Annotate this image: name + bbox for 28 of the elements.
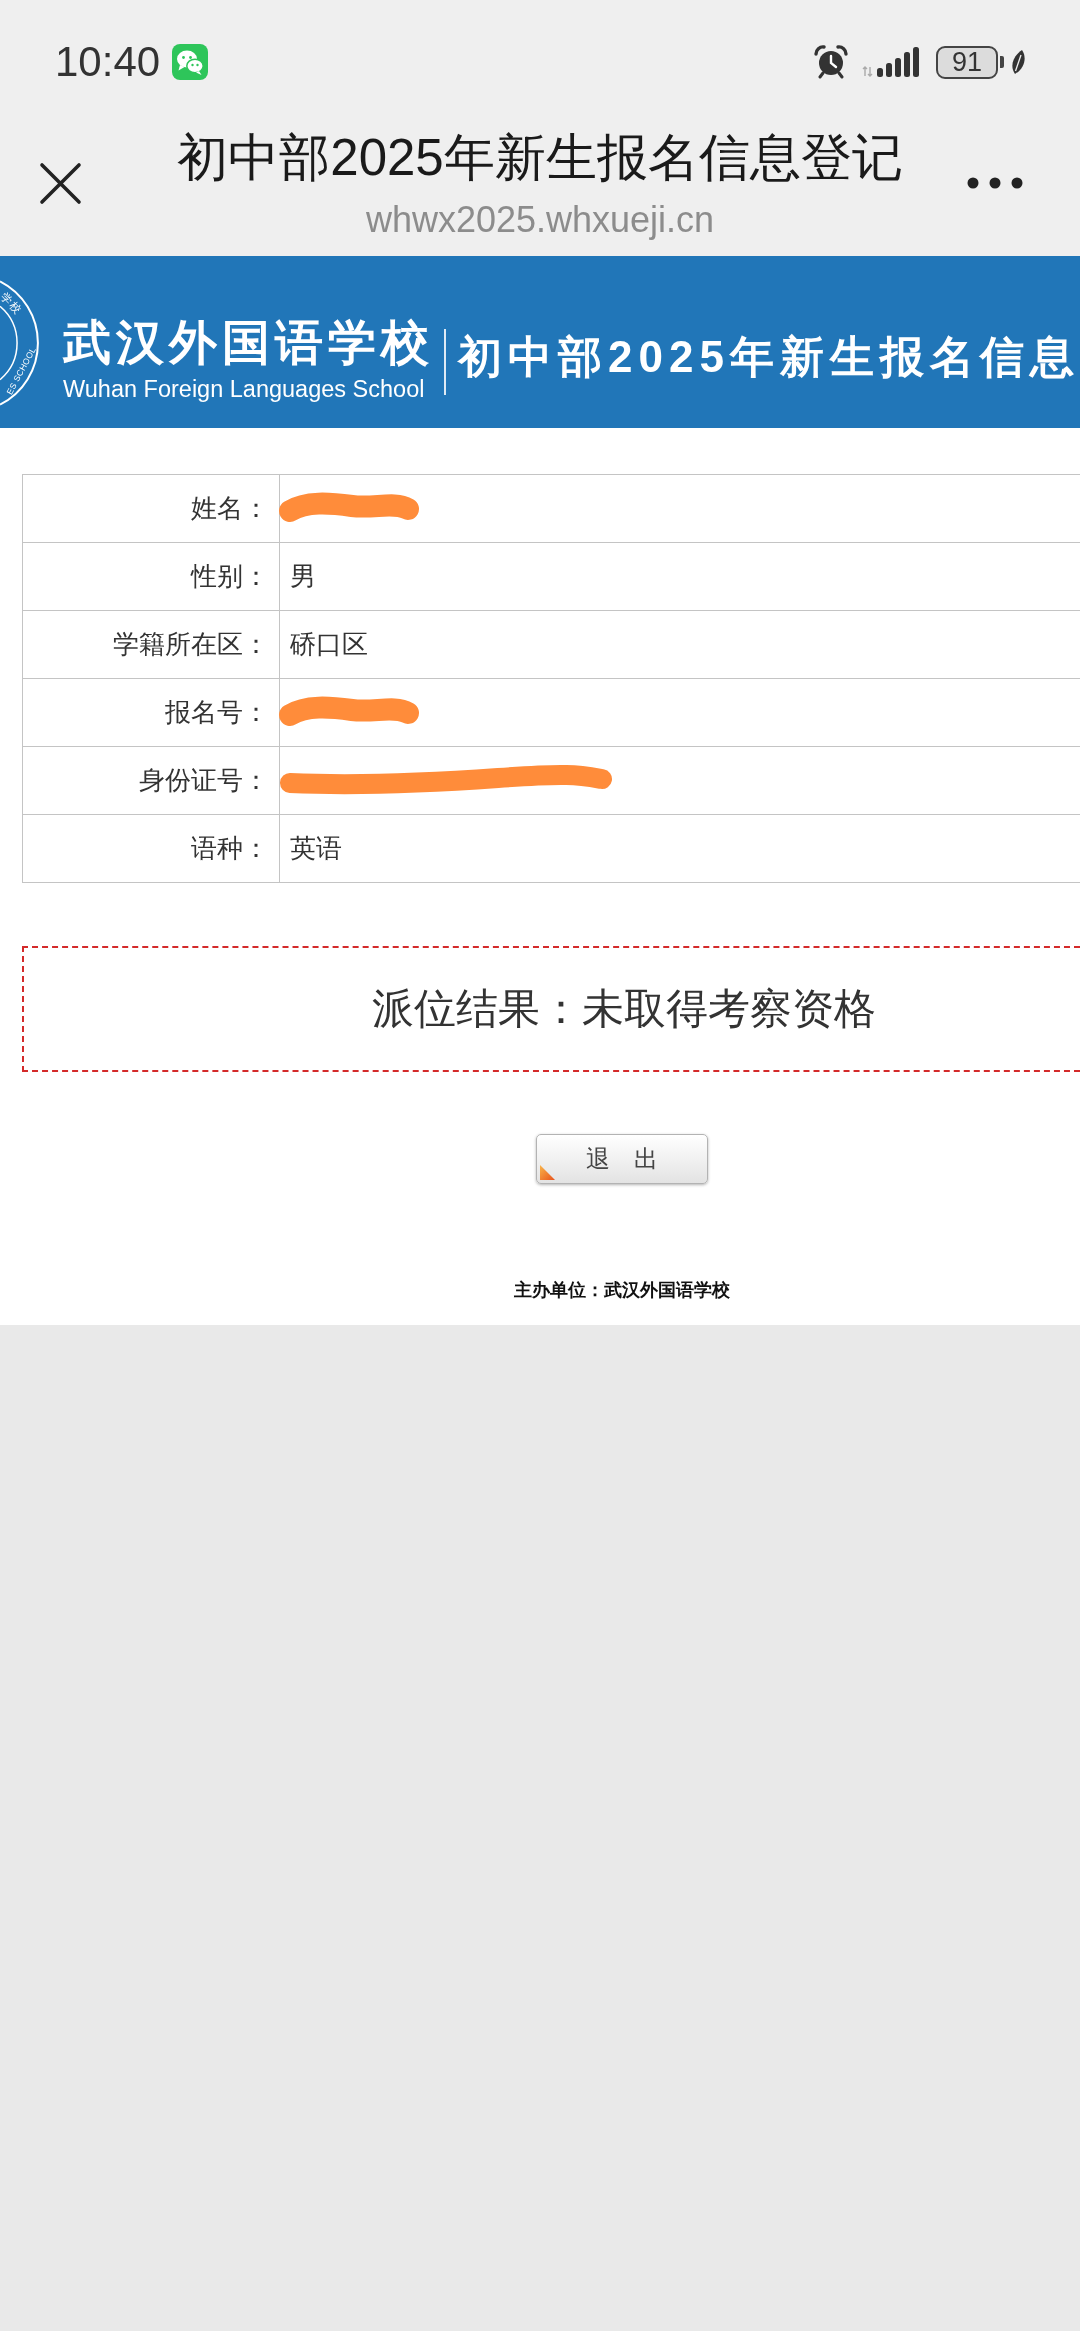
exit-button[interactable]: 退 出	[536, 1134, 708, 1184]
field-label: 身份证号：	[139, 765, 269, 795]
status-time: 10:40	[55, 41, 161, 83]
field-value: 硚口区	[290, 629, 368, 659]
banner-heading: 初中部2025年新生报名信息	[458, 332, 1080, 382]
leaf-icon	[1010, 49, 1026, 75]
page-title: 初中部2025年新生报名信息登记	[177, 128, 903, 188]
close-icon[interactable]	[39, 162, 82, 205]
field-value: 男	[290, 561, 316, 591]
emblem-ring-icon	[0, 280, 39, 406]
field-label: 学籍所在区：	[113, 629, 269, 659]
field-value: 英语	[290, 833, 342, 863]
school-name-english: Wuhan Foreign Languages School	[63, 376, 426, 402]
signal-icon	[862, 47, 922, 77]
battery-percentage: 91	[951, 48, 982, 76]
field-label: 报名号：	[165, 697, 269, 727]
field-label: 性别：	[191, 561, 269, 591]
result-text: 派位结果：未取得考察资格	[372, 984, 876, 1034]
footer-text: 主办单位：武汉外国语学校	[514, 1279, 730, 1302]
more-options-icon[interactable]	[967, 177, 1023, 189]
emblem-text: 学校	[0, 289, 26, 318]
field-label: 姓名：	[191, 493, 269, 523]
page-url: whwx2025.whxueji.cn	[365, 200, 715, 240]
corner-triangle-icon	[540, 1165, 555, 1180]
chat-bubbles-icon	[172, 44, 209, 80]
alarm-clock-icon	[814, 45, 848, 79]
field-label: 语种：	[191, 833, 269, 863]
school-name: 武汉外国语学校	[63, 315, 435, 371]
